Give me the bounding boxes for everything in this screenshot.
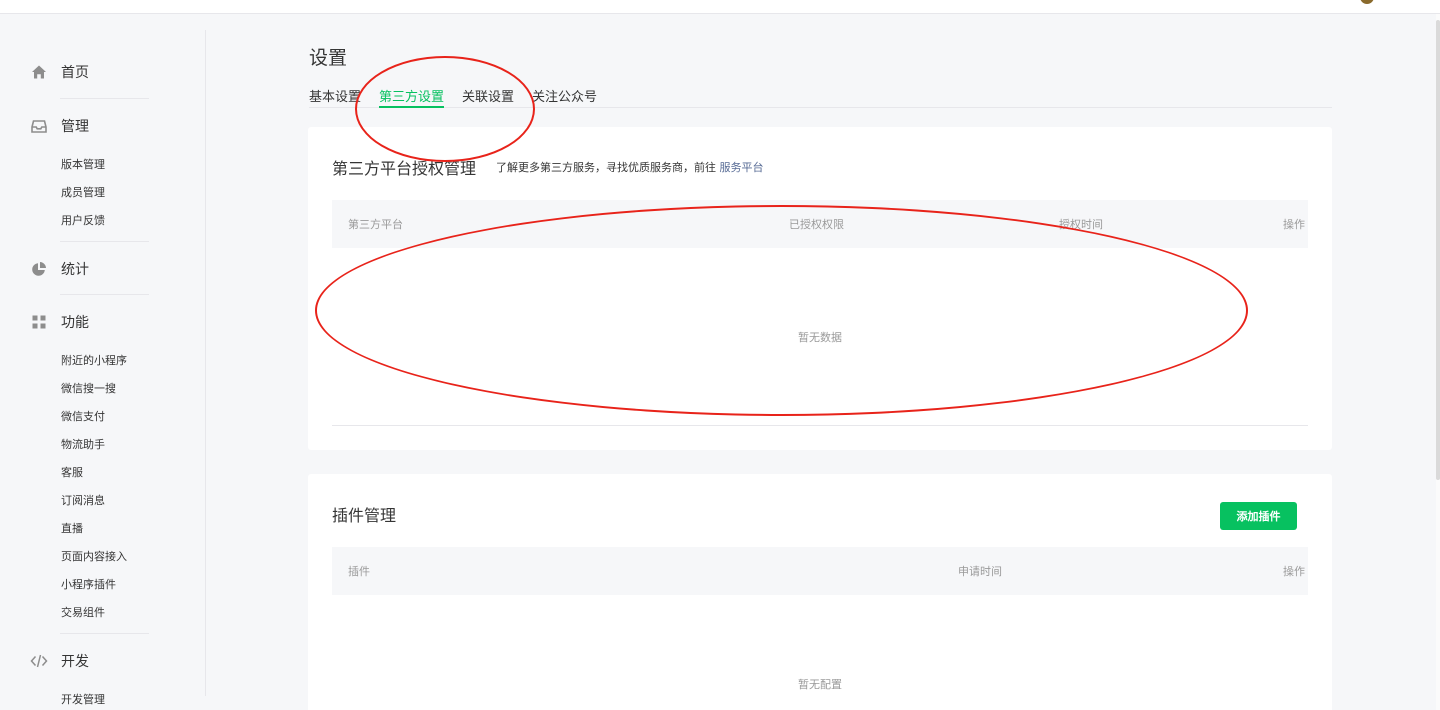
tab-follow-account[interactable]: 关注公众号: [532, 86, 597, 108]
plugin-table-header: 插件 申请时间 操作: [332, 547, 1308, 595]
home-icon: [30, 63, 48, 81]
plugin-title: 插件管理: [332, 506, 397, 525]
sidebar-item-label: 开发: [61, 654, 89, 670]
sidebar-subitem-subscribe[interactable]: 订阅消息: [61, 493, 105, 509]
tab-linked[interactable]: 关联设置: [462, 86, 514, 108]
tab-third-party[interactable]: 第三方设置: [379, 86, 445, 108]
column-header: 操作: [1283, 565, 1305, 578]
empty-state: 暂无配置: [798, 678, 842, 691]
sidebar-item-home[interactable]: 首页: [30, 60, 89, 84]
sidebar-item-label: 管理: [61, 119, 89, 135]
sidebar-item-label: 统计: [61, 262, 89, 278]
sidebar-subitem-trade[interactable]: 交易组件: [61, 605, 105, 621]
column-header: 申请时间: [958, 565, 1002, 578]
plugin-card: 插件管理 添加插件 插件 申请时间 操作 暂无配置: [308, 474, 1332, 710]
sidebar-item-label: 首页: [61, 65, 89, 81]
divider: [60, 98, 149, 99]
divider: [60, 294, 149, 295]
code-icon: [30, 652, 48, 670]
column-header: 授权时间: [1059, 218, 1103, 231]
tab-basic[interactable]: 基本设置: [309, 86, 361, 108]
sidebar-subitem-pay[interactable]: 微信支付: [61, 409, 105, 425]
sidebar-subitem-members[interactable]: 成员管理: [61, 185, 105, 201]
sidebar-subitem-dev-manage[interactable]: 开发管理: [61, 692, 105, 708]
divider: [60, 633, 149, 634]
sidebar-subitem-content[interactable]: 页面内容接入: [61, 549, 127, 565]
sidebar-subitem-live[interactable]: 直播: [61, 521, 83, 537]
page-title: 设置: [309, 47, 348, 69]
sidebar-subitem-nearby[interactable]: 附近的小程序: [61, 353, 127, 369]
pie-chart-icon: [30, 260, 48, 278]
sidebar-divider: [205, 30, 206, 696]
sidebar-item-manage[interactable]: 管理: [30, 114, 89, 138]
third-party-title: 第三方平台授权管理: [332, 159, 477, 178]
avatar[interactable]: [1360, 0, 1374, 4]
sidebar-item-label: 功能: [61, 315, 89, 331]
sidebar-subitem-search[interactable]: 微信搜一搜: [61, 381, 116, 397]
sidebar-subitem-feedback[interactable]: 用户反馈: [61, 213, 105, 229]
column-header: 已授权权限: [789, 218, 844, 231]
sidebar-item-features[interactable]: 功能: [30, 310, 89, 334]
column-header: 操作: [1283, 218, 1305, 231]
third-party-table-header: 第三方平台 已授权权限 授权时间 操作: [332, 200, 1308, 248]
table-bottom-border: [332, 425, 1308, 426]
column-header: 第三方平台: [348, 218, 403, 231]
sidebar-subitem-service[interactable]: 客服: [61, 465, 83, 481]
sidebar-subitem-version[interactable]: 版本管理: [61, 157, 105, 173]
scrollbar-thumb[interactable]: [1436, 20, 1440, 480]
inbox-icon: [30, 117, 48, 135]
third-party-card: 第三方平台授权管理 了解更多第三方服务，寻找优质服务商，前往 服务平台 第三方平…: [308, 127, 1332, 450]
add-plugin-button[interactable]: 添加插件: [1220, 502, 1297, 530]
service-platform-link[interactable]: 服务平台: [720, 161, 764, 174]
third-party-desc: 了解更多第三方服务，寻找优质服务商，前往 服务平台: [496, 159, 764, 175]
column-header: 插件: [348, 565, 370, 578]
empty-state: 暂无数据: [798, 331, 842, 344]
sidebar-subitem-logistics[interactable]: 物流助手: [61, 437, 105, 453]
top-bar: [0, 0, 1440, 14]
grid-icon: [30, 313, 48, 331]
tab-bar: 基本设置 第三方设置 关联设置 关注公众号: [309, 84, 1332, 108]
divider: [60, 241, 149, 242]
scrollbar[interactable]: [1436, 14, 1440, 710]
sidebar-item-stats[interactable]: 统计: [30, 257, 89, 281]
sidebar-item-dev[interactable]: 开发: [30, 649, 89, 673]
third-party-desc-text: 了解更多第三方服务，寻找优质服务商，前往: [496, 161, 716, 174]
sidebar-subitem-plugins[interactable]: 小程序插件: [61, 577, 116, 593]
